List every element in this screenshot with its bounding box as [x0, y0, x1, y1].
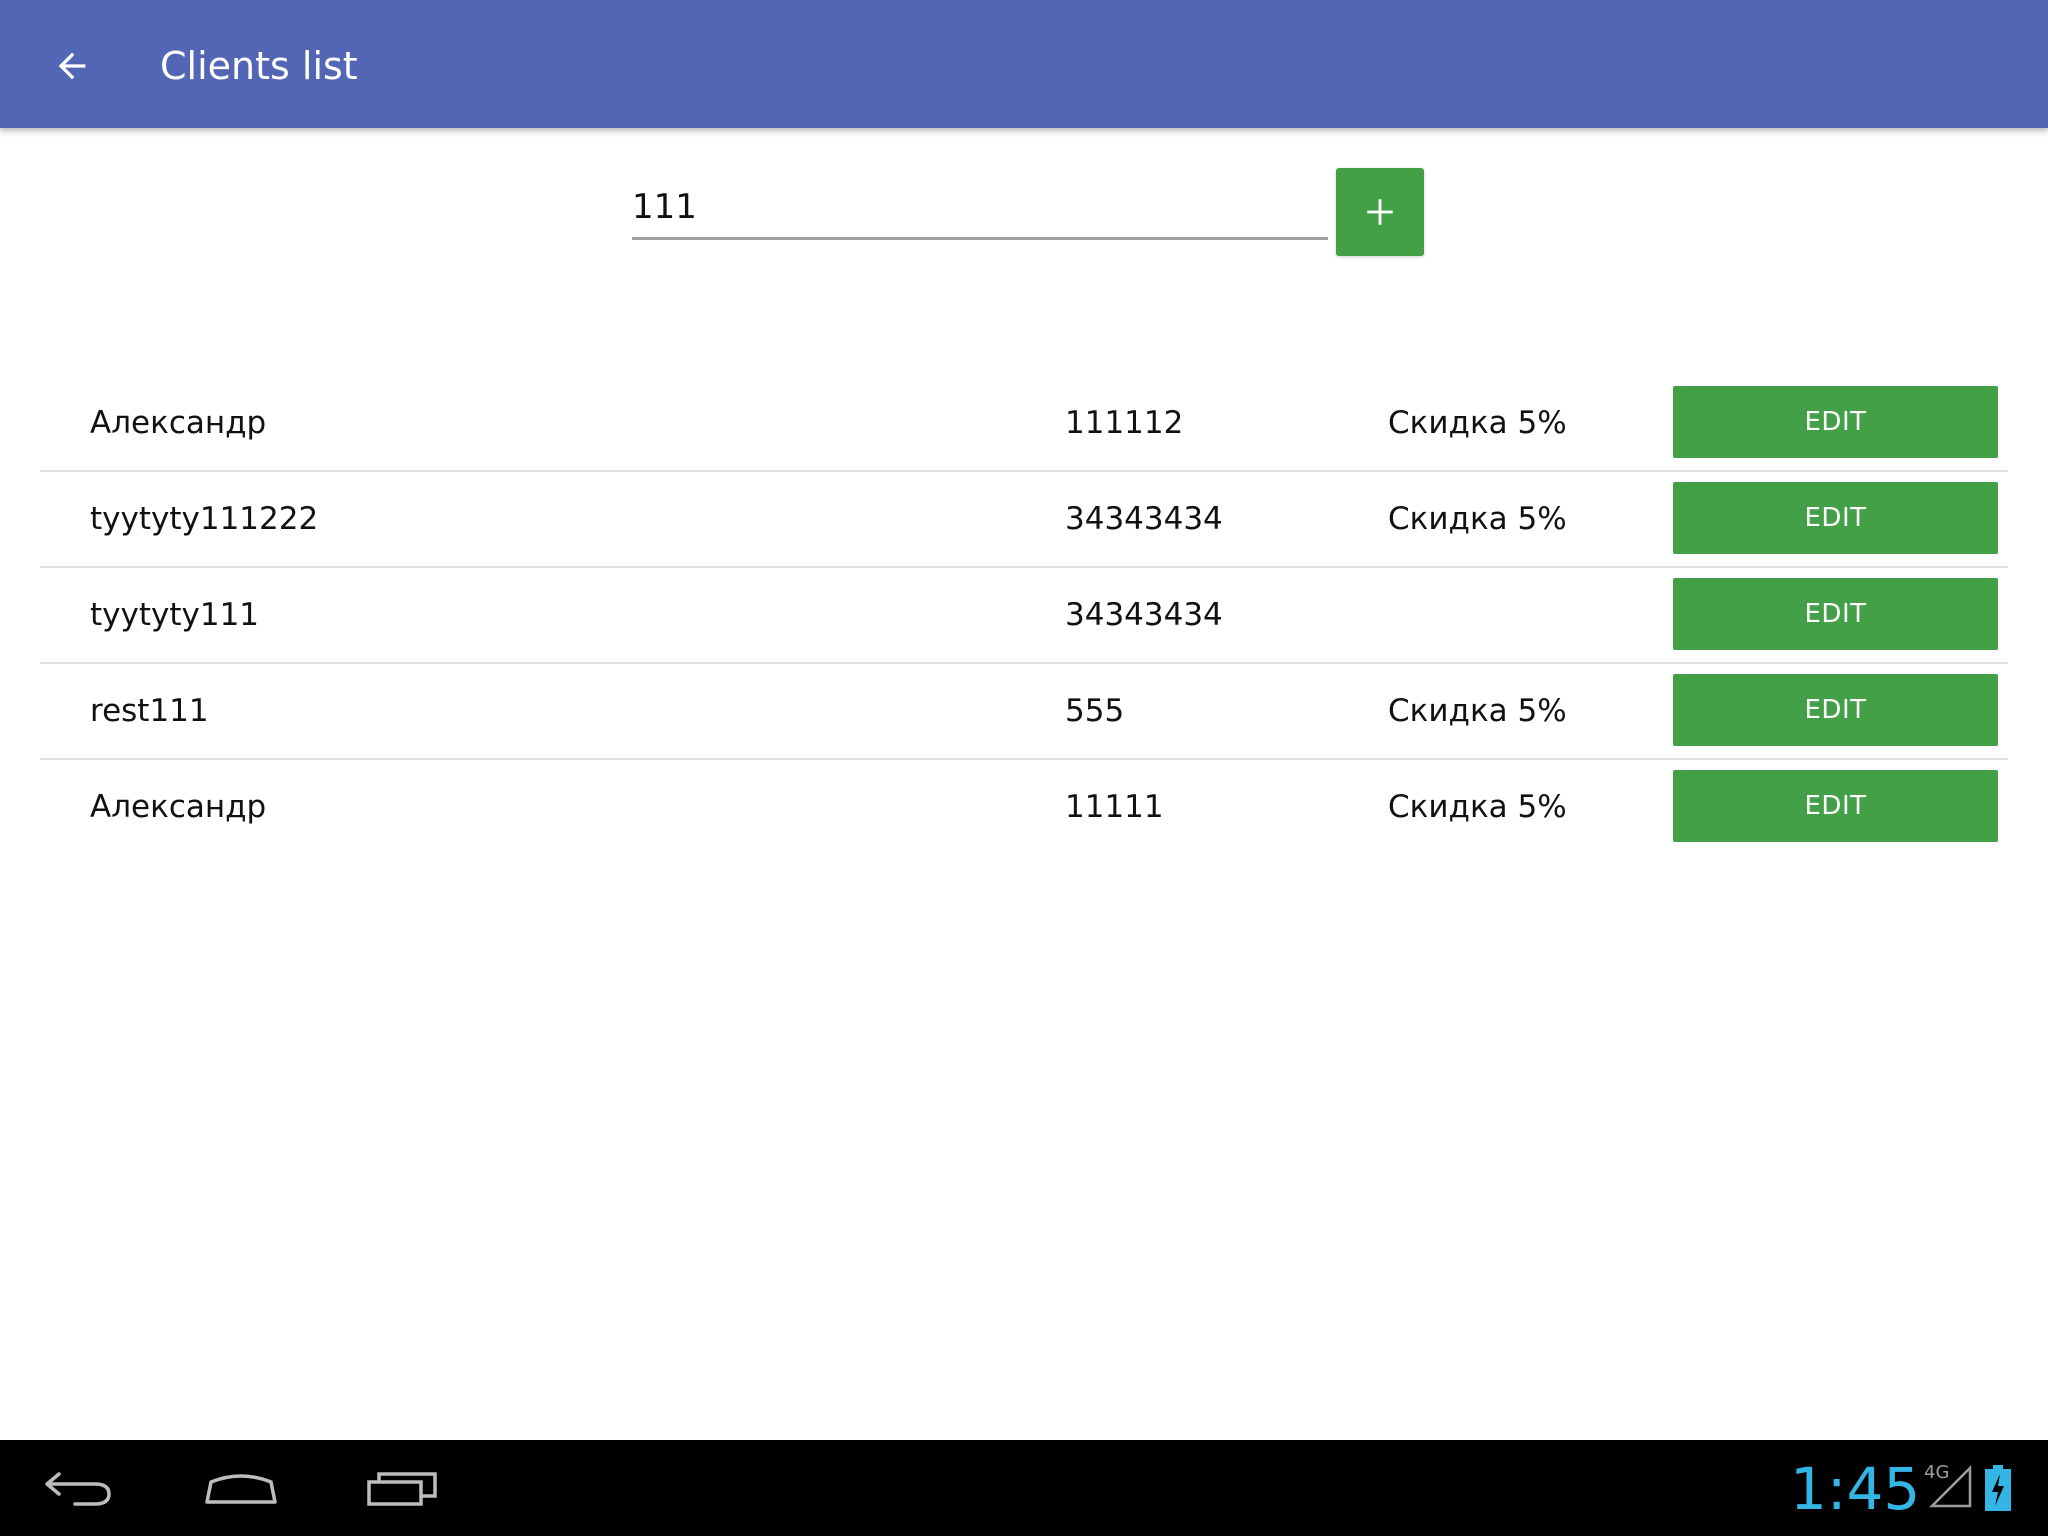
client-name: rest111	[90, 693, 209, 729]
client-name: tyytyty111	[90, 597, 260, 633]
app-root: Clients list Александр 111112 Скидка 5% …	[0, 0, 2048, 1536]
list-item: rest111 555 Скидка 5% EDIT	[40, 664, 2008, 760]
signal-icon	[1928, 1464, 1972, 1508]
arrow-back-icon	[58, 52, 86, 80]
client-phone: 11111	[1065, 789, 1164, 825]
client-discount: Скидка 5%	[1388, 405, 1567, 441]
search-input[interactable]	[632, 180, 1328, 240]
edit-button[interactable]: EDIT	[1673, 482, 1998, 554]
client-phone: 34343434	[1065, 501, 1223, 537]
client-name: tyytyty111222	[90, 501, 319, 537]
nav-back-button[interactable]	[24, 1456, 134, 1520]
edit-button[interactable]: EDIT	[1673, 674, 1998, 746]
search-field-container	[632, 180, 1328, 244]
edit-button[interactable]: EDIT	[1673, 578, 1998, 650]
battery-charging-icon	[1985, 1465, 2011, 1511]
list-item: Александр 111112 Скидка 5% EDIT	[40, 376, 2008, 472]
edit-button[interactable]: EDIT	[1673, 386, 1998, 458]
edit-button[interactable]: EDIT	[1673, 770, 1998, 842]
plus-icon	[1367, 199, 1393, 225]
client-phone: 34343434	[1065, 597, 1223, 633]
clients-list: Александр 111112 Скидка 5% EDIT tyytyty1…	[40, 376, 2008, 854]
client-name: Александр	[90, 789, 267, 825]
client-phone: 555	[1065, 693, 1125, 729]
client-phone: 111112	[1065, 405, 1184, 441]
status-clock: 1:45	[1790, 1455, 1921, 1523]
nav-back-icon	[45, 1472, 111, 1506]
nav-recents-icon	[367, 1472, 437, 1506]
client-name: Александр	[90, 405, 267, 441]
app-bar: Clients list	[0, 0, 2048, 128]
client-discount: Скидка 5%	[1388, 693, 1567, 729]
nav-recents-button[interactable]	[348, 1456, 458, 1520]
client-discount: Скидка 5%	[1388, 789, 1567, 825]
page-title: Clients list	[160, 44, 358, 88]
system-nav-bar: 1:45 4G	[0, 1440, 2048, 1536]
nav-home-icon	[205, 1474, 277, 1504]
back-button[interactable]	[36, 30, 108, 102]
client-discount: Скидка 5%	[1388, 501, 1567, 537]
list-item: tyytyty111222 34343434 Скидка 5% EDIT	[40, 472, 2008, 568]
list-item: Александр 11111 Скидка 5% EDIT	[40, 760, 2008, 854]
list-item: tyytyty111 34343434 EDIT	[40, 568, 2008, 664]
add-client-button[interactable]	[1336, 168, 1424, 256]
nav-home-button[interactable]	[186, 1456, 296, 1520]
